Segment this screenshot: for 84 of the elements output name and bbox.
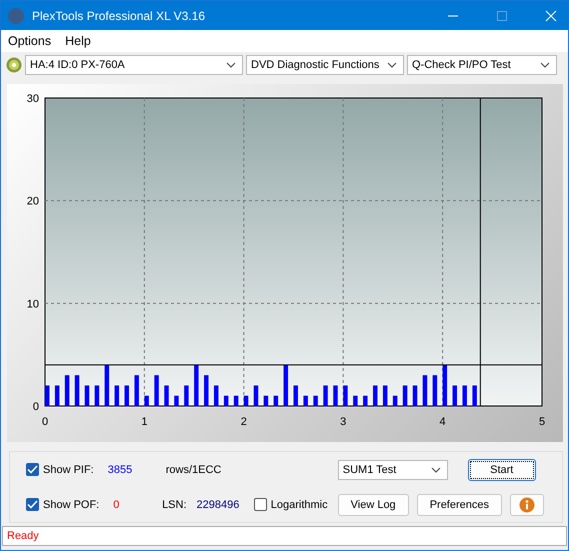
chevron-down-icon [387, 62, 397, 68]
bar [294, 385, 298, 406]
x-tick-label: 0 [42, 416, 48, 428]
bar [204, 375, 209, 406]
y-tick-label: 10 [26, 298, 39, 310]
info-icon [519, 496, 535, 512]
y-tick-label: 30 [26, 93, 39, 105]
menu-item[interactable]: Options [8, 34, 52, 48]
y-tick-label: 20 [26, 196, 39, 208]
disc-icon [6, 56, 22, 72]
status-text: Ready [2, 526, 567, 546]
bar [84, 385, 90, 406]
info-button[interactable] [510, 494, 544, 516]
bar [472, 385, 477, 406]
bar [412, 385, 418, 406]
bar [254, 385, 258, 406]
bar [274, 396, 278, 406]
bar [144, 396, 149, 406]
bar [234, 396, 238, 406]
chevron-down-icon [540, 62, 550, 68]
menu-item[interactable]: Help [65, 34, 91, 48]
bar [214, 385, 218, 406]
bar [164, 385, 169, 406]
bar [323, 385, 328, 406]
start-button[interactable]: Start [468, 458, 536, 480]
logarithmic-checkbox[interactable]: Logarithmic [254, 498, 328, 511]
show-pof-checkbox[interactable]: Show POF: [26, 498, 100, 511]
window-title: PlexTools Professional XL V3.16 [32, 8, 205, 22]
bar [373, 385, 378, 406]
bar [45, 385, 50, 406]
pof-value: 0 [113, 498, 120, 510]
lsn-value: 2298496 [196, 498, 240, 510]
x-tick-label: 2 [240, 416, 247, 428]
bar [462, 385, 467, 406]
checkmark-icon [27, 500, 38, 509]
x-tick-label: 5 [538, 416, 546, 428]
x-tick-label: 3 [340, 416, 346, 428]
show-pif-checkbox[interactable]: Show PIF: [26, 463, 94, 476]
test-dropdown[interactable]: Q-Check PI/PO Test [407, 54, 557, 74]
function-dropdown[interactable]: DVD Diagnostic Functions [246, 54, 404, 74]
bar [432, 375, 438, 406]
bar [442, 364, 448, 406]
bar [244, 396, 248, 406]
bar [104, 364, 110, 406]
bar [313, 396, 318, 406]
bar [264, 396, 268, 406]
bar [174, 396, 179, 406]
bar [54, 385, 60, 406]
bar [382, 385, 388, 406]
test-type-dropdown[interactable]: SUM1 Test [338, 460, 448, 480]
y-tick-label: 0 [32, 401, 39, 413]
bar [422, 375, 428, 406]
bar [74, 375, 80, 406]
bar [184, 385, 189, 406]
chevron-down-icon [430, 466, 441, 472]
chevron-down-icon [226, 62, 236, 68]
x-tick-label: 1 [141, 416, 148, 428]
bar [154, 375, 159, 406]
bar [363, 396, 368, 406]
bar [402, 385, 408, 406]
bar [64, 375, 70, 406]
bar [124, 385, 129, 406]
lsn-label: LSN: [162, 498, 187, 510]
app-logo-icon [8, 8, 24, 24]
preferences-button[interactable]: Preferences [416, 494, 502, 516]
view-log-button[interactable]: View Log [338, 494, 409, 516]
checkmark-icon [27, 465, 38, 474]
bar [134, 375, 139, 406]
bar [392, 396, 398, 406]
drive-dropdown[interactable]: HA:4 ID:0 PX-760A [25, 54, 243, 74]
bar [94, 385, 100, 406]
bar [194, 364, 199, 406]
bar [114, 385, 120, 406]
bar [284, 364, 288, 406]
bar [303, 396, 308, 406]
bar [353, 396, 358, 406]
pif-unit: rows/1ECC [166, 464, 222, 476]
bar [333, 385, 338, 406]
pif-value: 3855 [108, 464, 134, 476]
x-tick-label: 4 [440, 416, 446, 428]
bar [224, 396, 228, 406]
bar [452, 385, 458, 406]
close-button[interactable] [544, 8, 558, 22]
bar [343, 385, 348, 406]
